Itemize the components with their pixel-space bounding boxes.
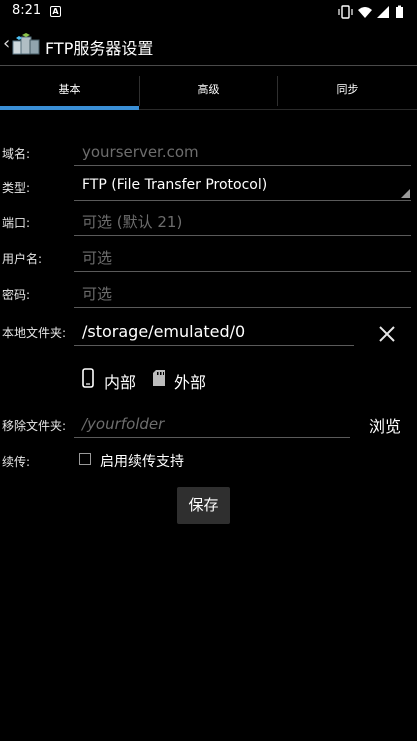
phone-icon[interactable] — [82, 368, 94, 388]
local-folder-label: 本地文件夹: — [2, 326, 67, 340]
status-icons — [338, 5, 403, 19]
external-storage-button[interactable]: 外部 — [174, 369, 206, 393]
sd-card-icon[interactable] — [152, 369, 166, 387]
username-input-underline — [74, 271, 411, 272]
type-label: 类型: — [2, 181, 31, 195]
type-select-underline — [74, 200, 411, 201]
resume-checkbox-label[interactable]: 启用续传支持 — [100, 451, 184, 471]
ftp-app-icon[interactable] — [12, 33, 40, 57]
wifi-icon — [358, 7, 372, 18]
cell-signal-icon — [377, 6, 389, 18]
page-title: FTP服务器设置 — [45, 39, 154, 58]
local-folder-underline — [74, 345, 354, 346]
chevron-left-icon[interactable]: ‹ — [3, 33, 10, 54]
internal-storage-button[interactable]: 内部 — [104, 369, 136, 393]
tab-basic[interactable]: 基本 — [0, 66, 139, 110]
password-input[interactable]: 可选 — [82, 283, 112, 304]
domain-input[interactable]: yourserver.com — [82, 143, 199, 161]
domain-label: 域名: — [2, 147, 31, 161]
port-label: 端口: — [2, 216, 31, 230]
remote-folder-label: 移除文件夹: — [2, 419, 67, 433]
type-select[interactable]: FTP (File Transfer Protocol) — [82, 177, 267, 193]
password-input-underline — [74, 307, 411, 308]
local-folder-input[interactable]: /storage/emulated/0 — [82, 322, 245, 341]
resume-checkbox[interactable] — [79, 453, 91, 465]
browse-button[interactable]: 浏览 — [369, 413, 401, 437]
save-button[interactable]: 保存 — [177, 487, 230, 524]
tab-sync[interactable]: 同步 — [278, 66, 417, 110]
username-label: 用户名: — [2, 252, 43, 266]
port-input-underline — [74, 235, 411, 236]
dropdown-triangle-icon — [401, 189, 410, 198]
remote-folder-underline — [74, 437, 350, 438]
clear-icon[interactable] — [377, 324, 397, 344]
password-label: 密码: — [2, 288, 31, 302]
port-input[interactable]: 可选 (默认 21) — [82, 211, 182, 232]
a-letter-icon: A — [50, 6, 61, 17]
resume-label: 续传: — [2, 455, 31, 469]
remote-folder-input[interactable]: /yourfolder — [82, 415, 164, 433]
status-time: 8:21 — [12, 3, 42, 18]
domain-input-underline — [74, 165, 411, 166]
vibrate-icon — [338, 5, 353, 19]
battery-icon — [396, 5, 403, 18]
username-input[interactable]: 可选 — [82, 247, 112, 268]
tab-advanced[interactable]: 高级 — [140, 66, 277, 110]
tab-indicator — [0, 106, 139, 110]
